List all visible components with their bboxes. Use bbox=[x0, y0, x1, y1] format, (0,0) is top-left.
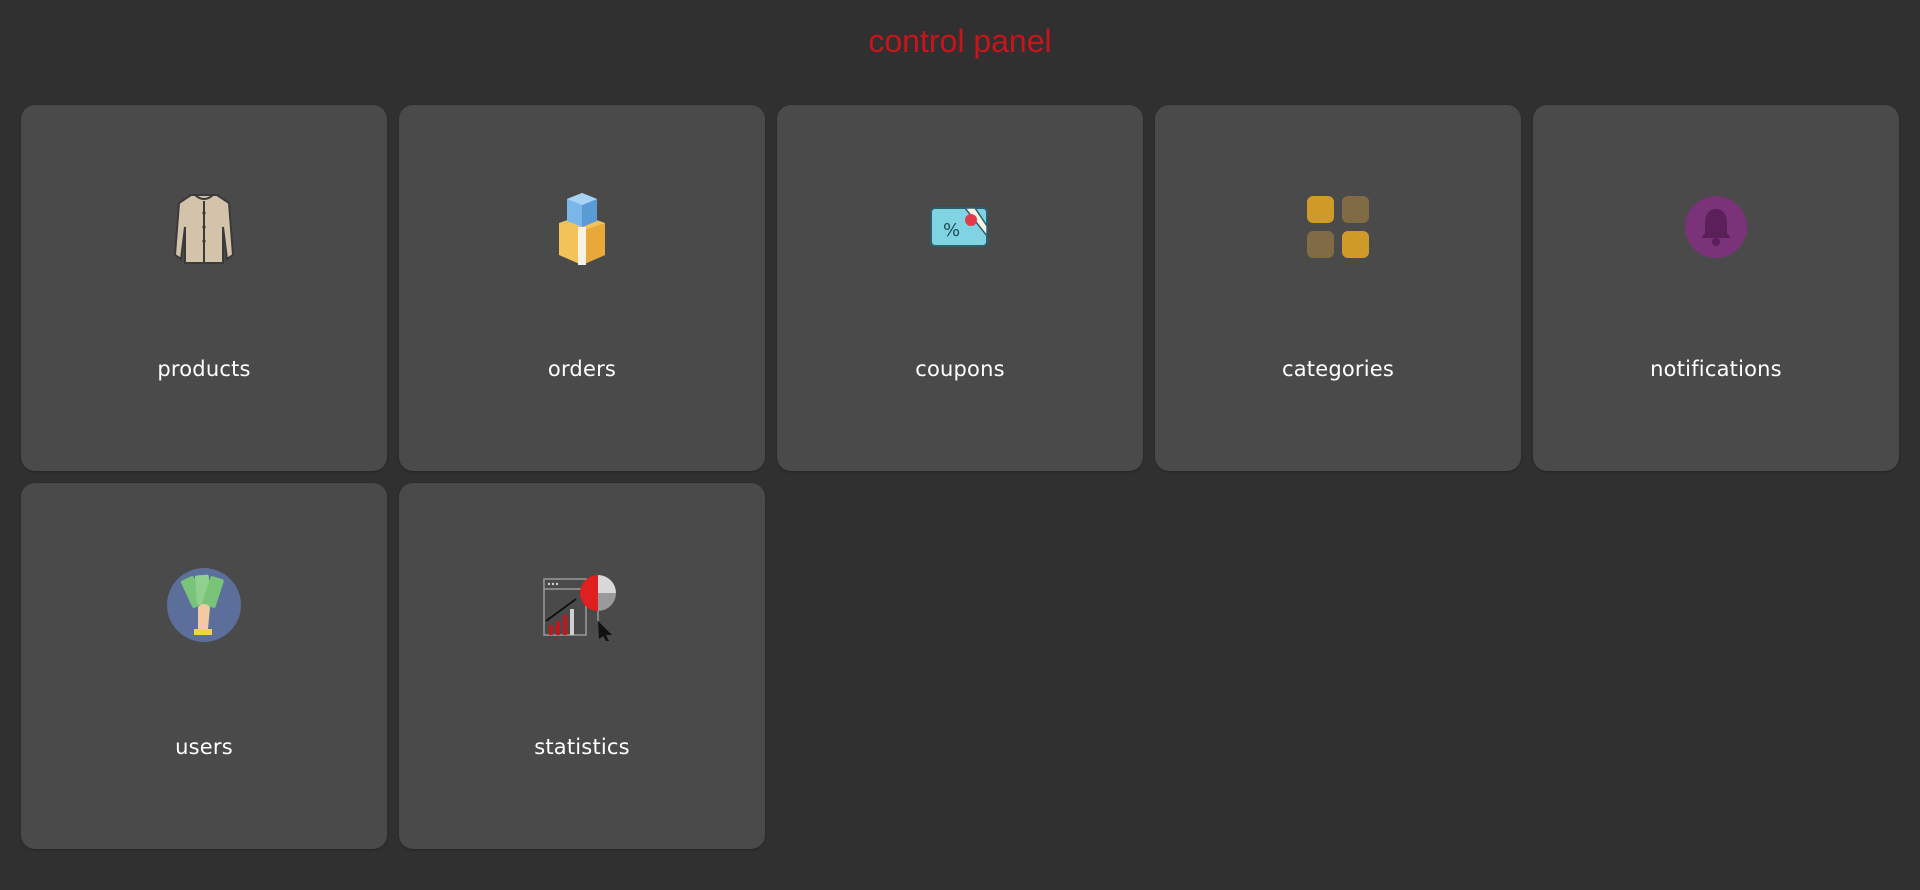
money-hand-icon bbox=[164, 565, 244, 645]
card-orders[interactable]: orders bbox=[399, 105, 765, 471]
package-icon bbox=[542, 187, 622, 267]
card-coupons[interactable]: % coupons bbox=[777, 105, 1143, 471]
dashboard-grid: products orders % coupons categories not… bbox=[21, 105, 1899, 849]
card-label: products bbox=[157, 357, 251, 381]
card-label: statistics bbox=[534, 735, 630, 759]
coupon-icon: % bbox=[920, 187, 1000, 267]
card-label: users bbox=[175, 735, 233, 759]
card-statistics[interactable]: statistics bbox=[399, 483, 765, 849]
grid-icon bbox=[1298, 187, 1378, 267]
chart-icon bbox=[542, 565, 622, 645]
card-products[interactable]: products bbox=[21, 105, 387, 471]
card-notifications[interactable]: notifications bbox=[1533, 105, 1899, 471]
card-label: notifications bbox=[1650, 357, 1782, 381]
card-label: categories bbox=[1281, 357, 1395, 381]
bell-icon bbox=[1676, 187, 1756, 267]
shirt-icon bbox=[164, 187, 244, 267]
svg-text:%: % bbox=[943, 220, 960, 241]
page-title: control panel bbox=[868, 23, 1052, 59]
header: control panel bbox=[0, 20, 1920, 62]
card-label: coupons bbox=[915, 357, 1005, 381]
card-users[interactable]: users bbox=[21, 483, 387, 849]
card-label: orders bbox=[547, 357, 617, 381]
card-categories[interactable]: categories bbox=[1155, 105, 1521, 471]
